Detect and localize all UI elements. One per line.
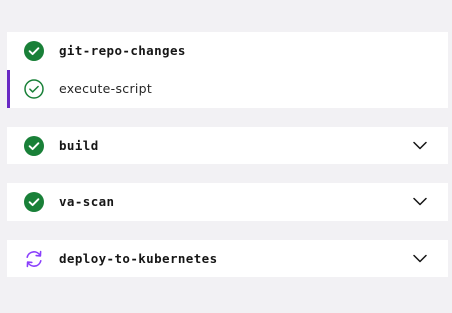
stage-label: build <box>59 138 99 153</box>
check-circle-outline-icon <box>23 78 45 100</box>
stage-row-git-repo-changes[interactable]: git-repo-changes <box>7 32 448 69</box>
chevron-down-icon[interactable] <box>412 194 428 210</box>
stage-label: va-scan <box>59 194 115 209</box>
stage-card-deploy-to-kubernetes: deploy-to-kubernetes <box>7 240 448 277</box>
sync-icon <box>23 248 45 270</box>
check-circle-filled-icon <box>23 191 45 213</box>
stage-card-va-scan: va-scan <box>7 183 448 221</box>
chevron-down-icon[interactable] <box>412 138 428 154</box>
stage-row-va-scan[interactable]: va-scan <box>7 183 448 220</box>
stage-label: git-repo-changes <box>59 43 186 58</box>
check-circle-filled-icon <box>23 40 45 62</box>
stage-label: deploy-to-kubernetes <box>59 251 218 266</box>
stage-card-git-repo-changes: git-repo-changes execute-script <box>7 32 448 108</box>
stage-row-build[interactable]: build <box>7 127 448 164</box>
check-circle-filled-icon <box>23 135 45 157</box>
pipeline-run-panel: git-repo-changes execute-script build va… <box>0 0 452 313</box>
stage-card-build: build <box>7 127 448 164</box>
stage-row-deploy-to-kubernetes[interactable]: deploy-to-kubernetes <box>7 240 448 277</box>
step-label: execute-script <box>59 81 153 96</box>
step-row-execute-script[interactable]: execute-script <box>7 70 448 107</box>
chevron-down-icon[interactable] <box>412 251 428 267</box>
active-step-indicator <box>7 70 10 108</box>
